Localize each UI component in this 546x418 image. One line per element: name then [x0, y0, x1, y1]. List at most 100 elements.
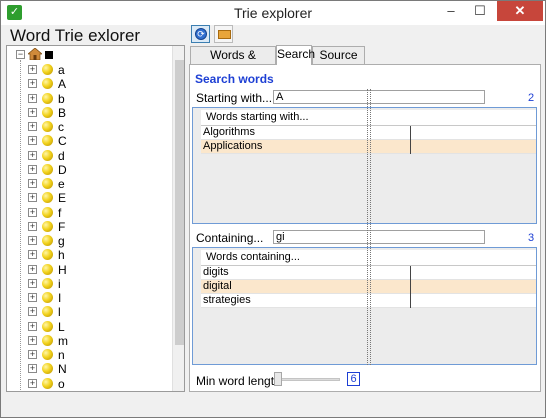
refresh-button[interactable]: ⟳ — [191, 25, 210, 43]
tree-node[interactable]: + I — [7, 291, 167, 305]
tree-node[interactable]: + i — [7, 277, 167, 291]
close-button[interactable]: ✕ — [497, 1, 543, 21]
tree-node[interactable]: + N — [7, 362, 167, 376]
containing-input[interactable]: gi — [273, 230, 485, 244]
starting-words-grid[interactable]: Words starting with... Algorithms Applic… — [192, 107, 537, 224]
tree-node[interactable]: +p — [7, 391, 167, 392]
node-ball-icon — [42, 235, 53, 246]
expand-icon[interactable]: + — [28, 322, 37, 331]
row-text: strategies — [203, 294, 251, 306]
tree-node[interactable]: + b — [7, 92, 167, 106]
tree-node[interactable]: + H — [7, 263, 167, 277]
expand-icon[interactable]: + — [28, 208, 37, 217]
title-bar[interactable]: ✓ Trie explorer – ☐ ✕ — [1, 1, 545, 25]
tree-node[interactable]: + l — [7, 305, 167, 319]
main-window: ✓ Trie explorer – ☐ ✕ Word Trie exlorer … — [0, 0, 546, 418]
tree-node[interactable]: + D — [7, 163, 167, 177]
tree-node[interactable]: + e — [7, 177, 167, 191]
node-ball-icon — [42, 64, 53, 75]
expand-icon[interactable]: + — [28, 279, 37, 288]
table-row[interactable]: Algorithms — [201, 126, 536, 140]
tab-words-dictionary[interactable]: Words & Dictionary — [190, 46, 276, 78]
containing-words-grid[interactable]: Words containing... digits digital strat… — [192, 247, 537, 365]
row-text: digits — [203, 266, 229, 278]
tree-node[interactable]: + E — [7, 191, 167, 205]
expand-icon[interactable]: + — [28, 179, 37, 188]
expand-icon[interactable]: + — [28, 79, 37, 88]
expand-icon[interactable]: + — [28, 165, 37, 174]
trie-tree-view[interactable]: − + a + A + b + B + c + C + d + D + e + E + f + F + g + h + H + i + I + l + L… — [6, 45, 185, 392]
tree-node[interactable]: + L — [7, 320, 167, 334]
tab-search[interactable]: Search — [276, 45, 315, 65]
min-length-slider-track[interactable] — [274, 378, 340, 381]
tree-node-label: c — [58, 120, 64, 134]
expand-icon[interactable]: + — [28, 94, 37, 103]
node-ball-icon — [42, 349, 53, 360]
tree-node[interactable]: + F — [7, 220, 167, 234]
tree-node-label: m — [58, 334, 68, 348]
tree-node-label: p — [58, 391, 65, 392]
column-divider — [410, 280, 411, 294]
expand-icon[interactable]: + — [28, 265, 37, 274]
tree-scrollbar[interactable] — [172, 46, 184, 391]
tree-node[interactable]: + A — [7, 77, 167, 91]
open-folder-button[interactable] — [214, 25, 233, 43]
tree-node-label: D — [58, 163, 67, 177]
starting-with-input[interactable]: A — [273, 90, 485, 104]
expand-icon[interactable]: + — [28, 364, 37, 373]
node-ball-icon — [42, 264, 53, 275]
tree-node-label: E — [58, 191, 67, 205]
minimize-button[interactable]: – — [437, 1, 465, 21]
splitter-guide[interactable] — [370, 89, 371, 365]
splitter-guide[interactable] — [367, 89, 368, 365]
node-ball-icon — [42, 93, 53, 104]
expand-icon[interactable]: + — [28, 193, 37, 202]
table-row-selected[interactable]: Applications — [201, 140, 536, 154]
tree-node[interactable]: + n — [7, 348, 167, 362]
tree-node[interactable]: + B — [7, 106, 167, 120]
expand-icon[interactable]: + — [28, 250, 37, 259]
search-section-title: Search words — [195, 72, 274, 86]
table-row-selected[interactable]: digital — [201, 280, 536, 294]
tree-node-label: H — [58, 263, 67, 277]
row-text: Algorithms — [203, 126, 255, 138]
tree-node[interactable]: + o — [7, 377, 167, 391]
expand-icon[interactable]: + — [28, 307, 37, 316]
expand-icon[interactable]: + — [28, 122, 37, 131]
maximize-button[interactable]: ☐ — [466, 1, 494, 21]
expand-icon[interactable]: + — [28, 236, 37, 245]
table-row[interactable]: strategies — [201, 294, 536, 308]
root-expander-icon[interactable]: − — [16, 50, 25, 59]
expand-icon[interactable]: + — [28, 350, 37, 359]
expand-icon[interactable]: + — [28, 136, 37, 145]
table-row[interactable]: digits — [201, 266, 536, 280]
row-text: Applications — [203, 140, 263, 152]
tree-node[interactable]: + d — [7, 149, 167, 163]
expand-icon[interactable]: + — [28, 151, 37, 160]
tree-node[interactable]: + h — [7, 248, 167, 262]
tree-node[interactable]: + g — [7, 234, 167, 248]
expand-icon[interactable]: + — [28, 222, 37, 231]
node-ball-icon — [42, 378, 53, 389]
expand-icon[interactable]: + — [28, 379, 37, 388]
expand-icon[interactable]: + — [28, 65, 37, 74]
tree-node[interactable]: + a — [7, 63, 167, 77]
left-panel-title: Word Trie exlorer — [10, 26, 141, 45]
node-ball-icon — [42, 207, 53, 218]
min-length-label: Min word length — [196, 374, 281, 388]
tree-node-label: g — [58, 234, 65, 248]
tree-node[interactable]: + c — [7, 120, 167, 134]
tree-node-label: e — [58, 177, 65, 191]
expand-icon[interactable]: + — [28, 336, 37, 345]
expand-icon[interactable]: + — [28, 293, 37, 302]
starting-with-label: Starting with... — [196, 91, 273, 105]
node-ball-icon — [42, 135, 53, 146]
tree-scroll-thumb[interactable] — [175, 60, 184, 345]
tree-node[interactable]: + f — [7, 206, 167, 220]
expand-icon[interactable]: + — [28, 108, 37, 117]
min-length-slider-thumb[interactable] — [274, 372, 282, 386]
tab-source-text[interactable]: Source text — [312, 46, 365, 78]
column-divider — [410, 140, 411, 154]
tree-node[interactable]: + m — [7, 334, 167, 348]
tree-node[interactable]: + C — [7, 134, 167, 148]
